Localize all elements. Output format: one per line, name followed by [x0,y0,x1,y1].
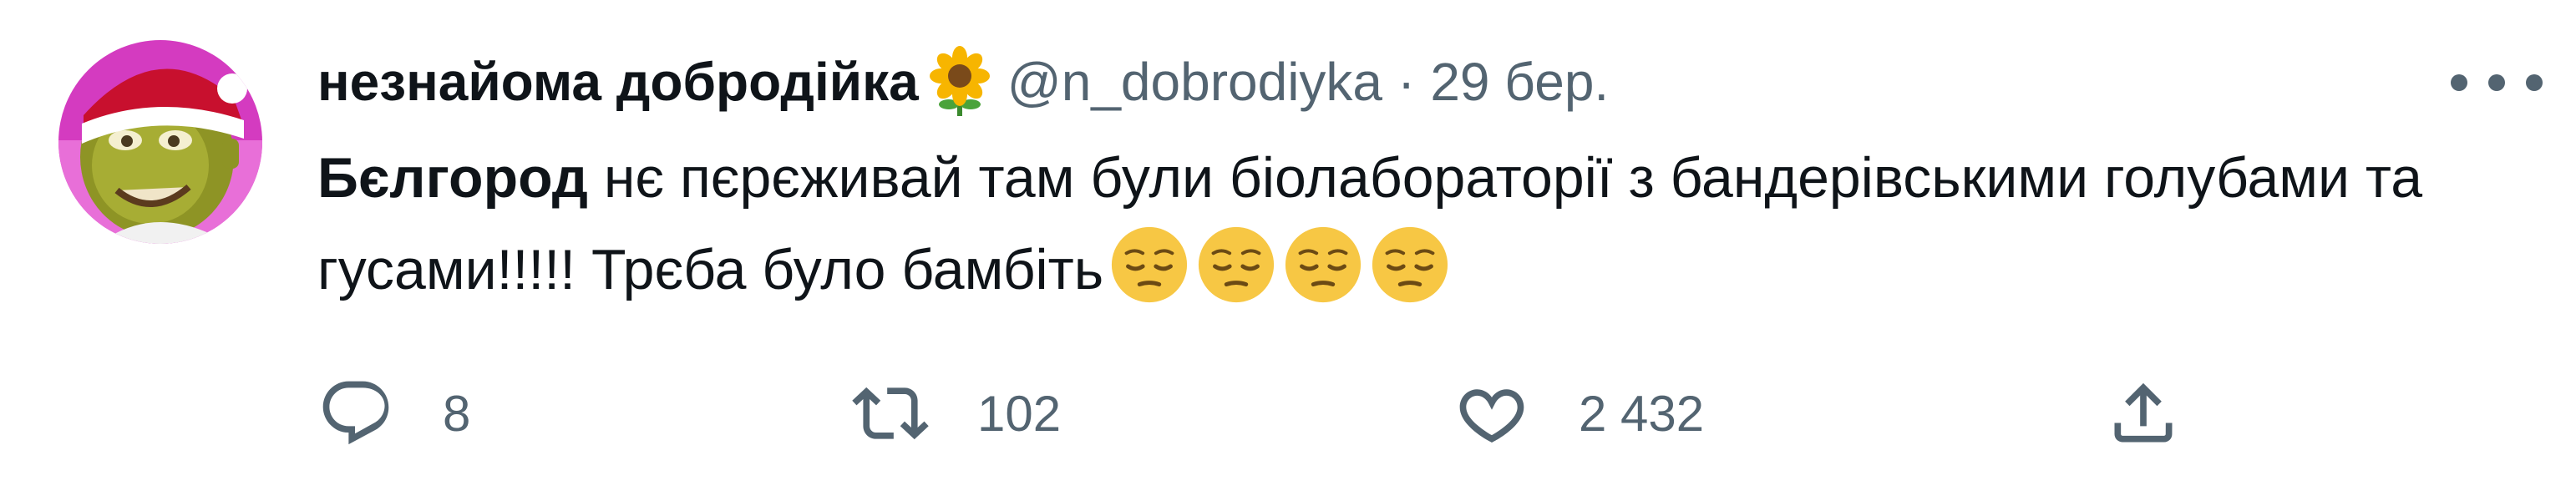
reply-button[interactable]: 8 [317,367,470,459]
tweet[interactable]: незнайома добродійка @n_dobrodiyka · 29 … [0,0,2576,501]
like-button[interactable]: 2 432 [1453,367,1704,459]
tweet-text: Бєлгород нє пєрєживай там були біолабора… [317,132,2523,316]
sunflower-icon [924,46,996,118]
emoji-row [1103,226,1451,303]
retweet-count: 102 [977,385,1062,442]
pensive-face-icon [1285,226,1362,303]
author-handle[interactable]: @n_dobrodiyka [1007,42,1382,122]
retweet-button[interactable]: 102 [852,367,1061,459]
action-bar: 8 102 2 432 [317,367,2222,459]
share-button[interactable] [2105,367,2182,459]
avatar[interactable] [58,40,262,244]
pensive-face-icon [1199,226,1275,303]
pensive-face-icon [1112,226,1188,303]
like-count: 2 432 [1579,385,1705,442]
more-horizontal-icon[interactable] [2451,53,2543,112]
mention-link[interactable]: Бєлгород [317,146,588,210]
author-name[interactable]: незнайома добродійка [317,42,919,122]
pensive-face-icon [1372,226,1448,303]
heart-icon [1459,389,1524,443]
retweet-icon [852,387,929,440]
tweet-header: незнайома добродійка @n_dobrodiyka · 29 … [317,42,2456,122]
reply-count: 8 [443,385,471,442]
separator-dot: · [1397,52,1416,112]
reply-icon [322,381,389,445]
share-icon [2114,382,2173,443]
tweet-date[interactable]: 29 бер. [1430,42,1609,122]
